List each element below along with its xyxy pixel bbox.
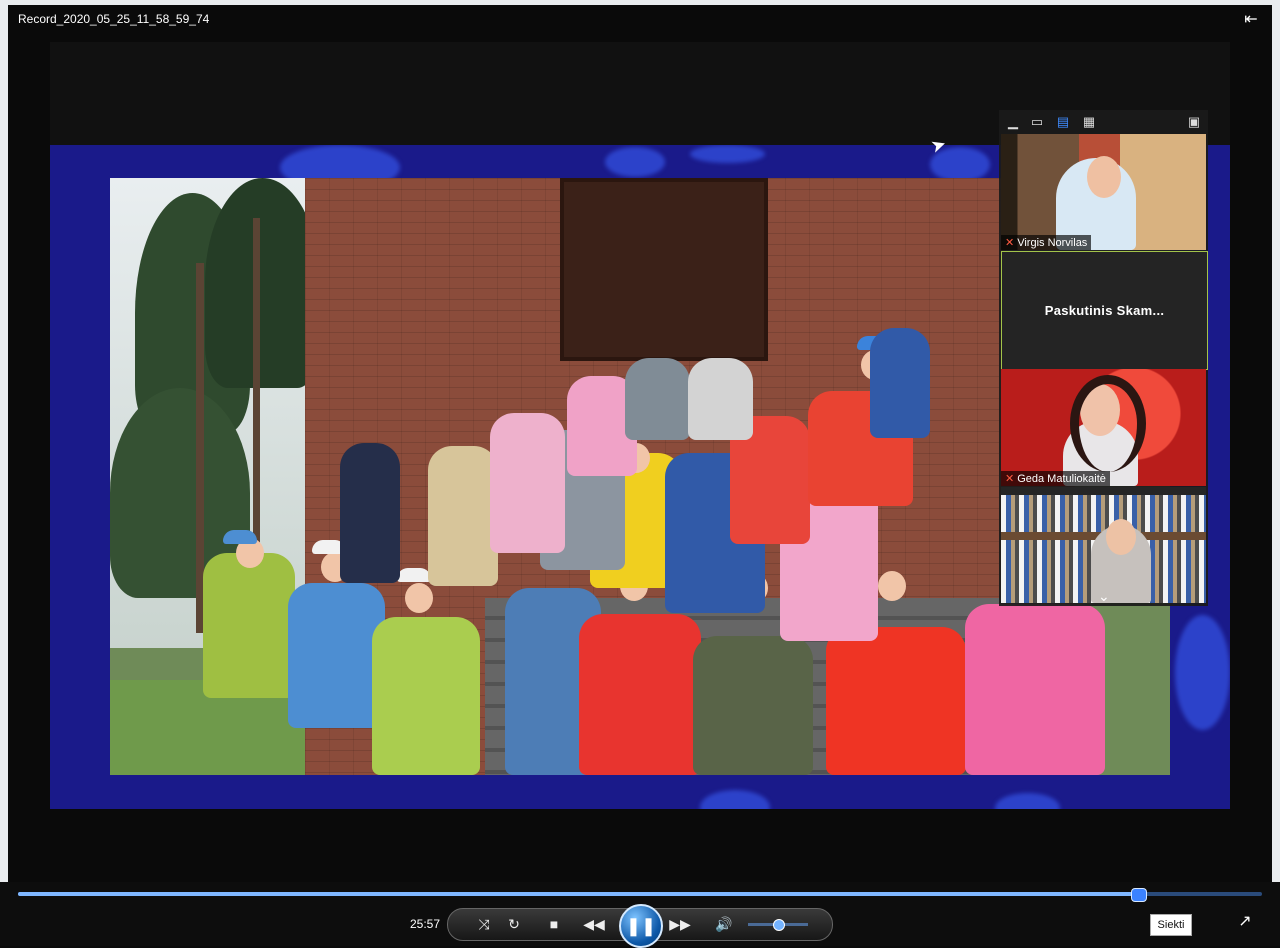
repeat-icon[interactable]: ↻ — [502, 914, 526, 934]
chevron-down-icon[interactable]: ⌄ — [1098, 588, 1110, 605]
participant-toolbar: ▁ ▭ ▤ ▦ ▣ — [999, 110, 1208, 134]
window-title: Record_2020_05_25_11_58_59_74 — [18, 12, 210, 26]
participant-tile[interactable] — [1001, 487, 1206, 603]
participant-tile[interactable]: ✕ Virgis Norvilas — [1001, 134, 1206, 250]
volume-icon[interactable]: 🔊 — [712, 914, 736, 934]
fullscreen-icon[interactable]: ↗ — [1236, 913, 1254, 931]
seek-bar-thumb[interactable] — [1131, 888, 1147, 902]
layout-toggle-icon[interactable]: ⇤ — [1240, 10, 1262, 30]
muted-mic-icon: ✕ — [1005, 473, 1015, 485]
popout-icon[interactable]: ▣ — [1185, 114, 1203, 130]
window-frame-right — [1272, 0, 1280, 946]
participant-tile[interactable]: ✕ Geda Matuliokaitė — [1001, 369, 1206, 486]
speaker-view-icon[interactable]: ▭ — [1028, 114, 1046, 130]
participant-panel: ▁ ▭ ▤ ▦ ▣ ✕ Virgis Norvilas Paskutinis Sk… — [999, 110, 1208, 606]
active-participant-tile[interactable]: Paskutinis Skam... — [1001, 251, 1208, 370]
window-frame-top — [0, 0, 1280, 5]
participant-name: ✕ Virgis Norvilas — [1001, 235, 1092, 250]
volume-slider-thumb[interactable] — [773, 919, 785, 931]
seek-button[interactable]: Siekti — [1150, 914, 1192, 936]
previous-button[interactable]: ◀◀ — [582, 914, 606, 934]
player-controls: 25:57 ⤨ ↻ ■ ◀◀ ❚❚ ▶▶ 🔊 Siekti ↗ — [0, 882, 1280, 948]
window-frame-left — [0, 0, 8, 946]
seek-bar-progress — [18, 892, 1138, 896]
volume-slider[interactable] — [748, 919, 808, 931]
strip-view-icon[interactable]: ▤ — [1054, 114, 1072, 130]
participant-name: ✕ Geda Matuliokaitė — [1001, 471, 1110, 486]
seek-bar[interactable] — [18, 888, 1262, 902]
stop-button[interactable]: ■ — [542, 914, 566, 934]
transport-controls: ⤨ ↻ ■ ◀◀ ❚❚ ▶▶ 🔊 — [447, 904, 833, 948]
participant-label: Paskutinis Skam... — [1044, 303, 1165, 318]
gallery-view-icon[interactable]: ▦ — [1080, 114, 1098, 130]
muted-mic-icon: ✕ — [1005, 237, 1015, 249]
next-button[interactable]: ▶▶ — [668, 914, 692, 934]
time-readout: 25:57 — [410, 917, 441, 931]
pause-button[interactable]: ❚❚ — [619, 904, 663, 948]
shuffle-icon[interactable]: ⤨ — [472, 914, 496, 934]
minimize-icon[interactable]: ▁ — [1004, 114, 1022, 130]
